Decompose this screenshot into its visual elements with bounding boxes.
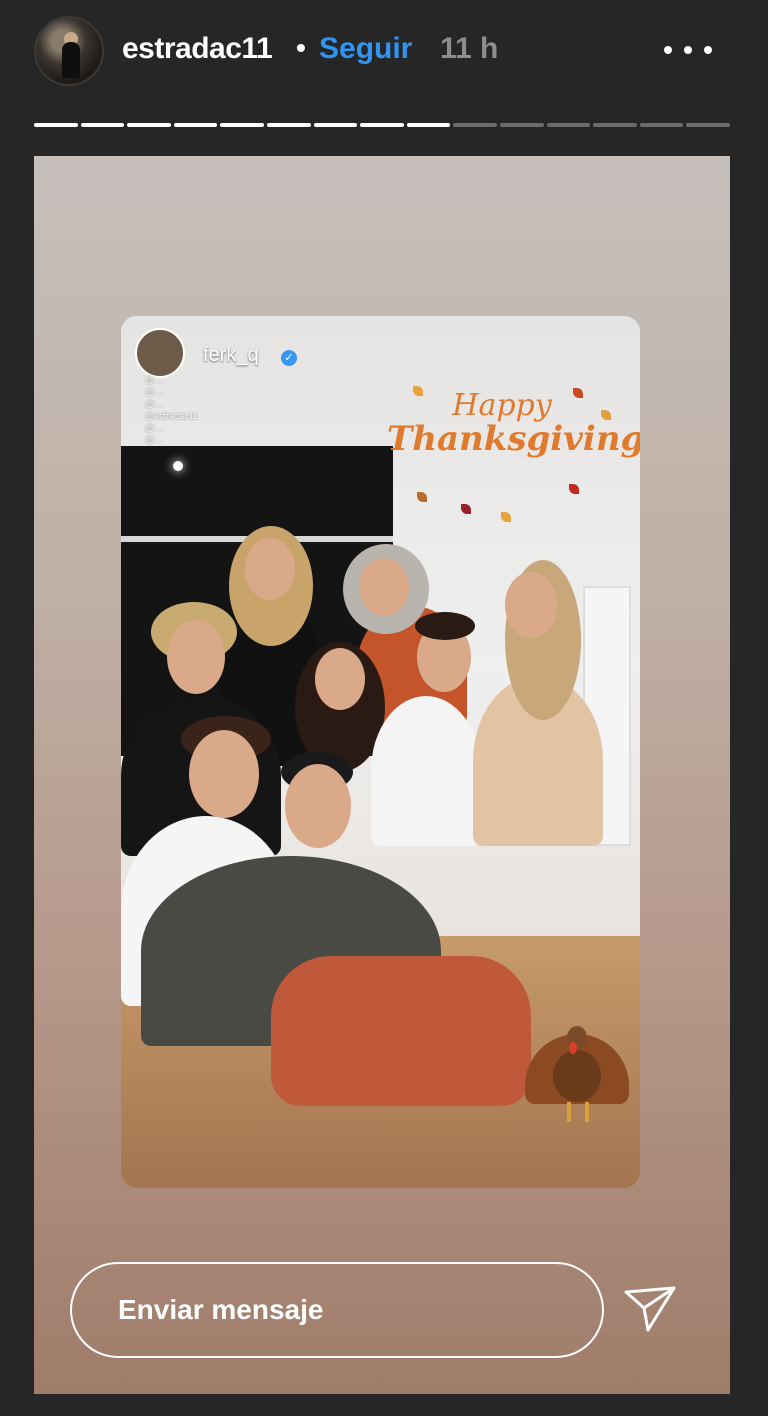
- post-author-avatar[interactable]: [135, 328, 185, 378]
- progress-segment: [546, 123, 591, 127]
- more-options-icon[interactable]: [664, 40, 712, 60]
- mention[interactable]: @…: [145, 386, 275, 398]
- mention[interactable]: @…: [145, 422, 275, 434]
- progress-segment: [173, 123, 218, 127]
- ceiling-light: [173, 461, 183, 471]
- progress-segment: [313, 123, 358, 127]
- story-frame[interactable]: ferk_q ✓ @… @… @… @estradac11 @… @… Happ…: [34, 156, 730, 1394]
- mention[interactable]: @estradac11: [145, 410, 275, 422]
- autumn-leaf-icon: [569, 484, 579, 494]
- post-author-name[interactable]: ferk_q: [203, 344, 259, 367]
- autumn-leaf-icon: [573, 388, 583, 398]
- paper-plane-icon[interactable]: [622, 1284, 678, 1334]
- message-placeholder: Enviar mensaje: [118, 1294, 324, 1325]
- mention[interactable]: @…: [145, 434, 275, 446]
- progress-segment: [686, 123, 730, 127]
- user-avatar[interactable]: [34, 16, 104, 86]
- mention[interactable]: @…: [145, 374, 275, 386]
- progress-segment: [360, 123, 404, 127]
- progress-segment: [593, 123, 637, 127]
- progress-segment: [34, 123, 78, 127]
- progress-segment: [639, 123, 684, 127]
- autumn-leaf-icon: [601, 410, 611, 420]
- progress-segment: [220, 123, 264, 127]
- verified-badge-icon: ✓: [281, 350, 297, 366]
- autumn-leaf-icon: [417, 492, 427, 502]
- progress-segment: [406, 123, 451, 127]
- mention[interactable]: @…: [145, 398, 275, 410]
- progress-segment: [499, 123, 544, 127]
- happy-thanksgiving-sticker: Happy Thanksgiving: [387, 388, 640, 459]
- photo-person: [271, 956, 531, 1106]
- progress-segment: [266, 123, 311, 127]
- mentions-list: @… @… @… @estradac11 @… @…: [145, 374, 275, 446]
- sticker-line-2: Thanksgiving: [387, 419, 640, 459]
- story-progress-bar: [34, 123, 730, 129]
- photo-person: [371, 696, 481, 846]
- username[interactable]: estradac11: [122, 32, 273, 66]
- autumn-leaf-icon: [461, 504, 471, 514]
- story-header: estradac11 • Seguir 11 h: [0, 0, 768, 110]
- send-message-input[interactable]: Enviar mensaje: [70, 1262, 604, 1358]
- post-time: 11 h: [440, 32, 499, 65]
- follow-button[interactable]: Seguir: [319, 32, 412, 66]
- turkey-sticker: [519, 1016, 635, 1126]
- separator-dot: •: [296, 32, 306, 63]
- autumn-leaf-icon: [501, 512, 511, 522]
- progress-segment: [127, 123, 171, 127]
- autumn-leaf-icon: [413, 386, 423, 396]
- shared-post-card[interactable]: ferk_q ✓ @… @… @… @estradac11 @… @… Happ…: [121, 316, 640, 1188]
- progress-segment: [80, 123, 125, 127]
- progress-segment: [453, 123, 497, 127]
